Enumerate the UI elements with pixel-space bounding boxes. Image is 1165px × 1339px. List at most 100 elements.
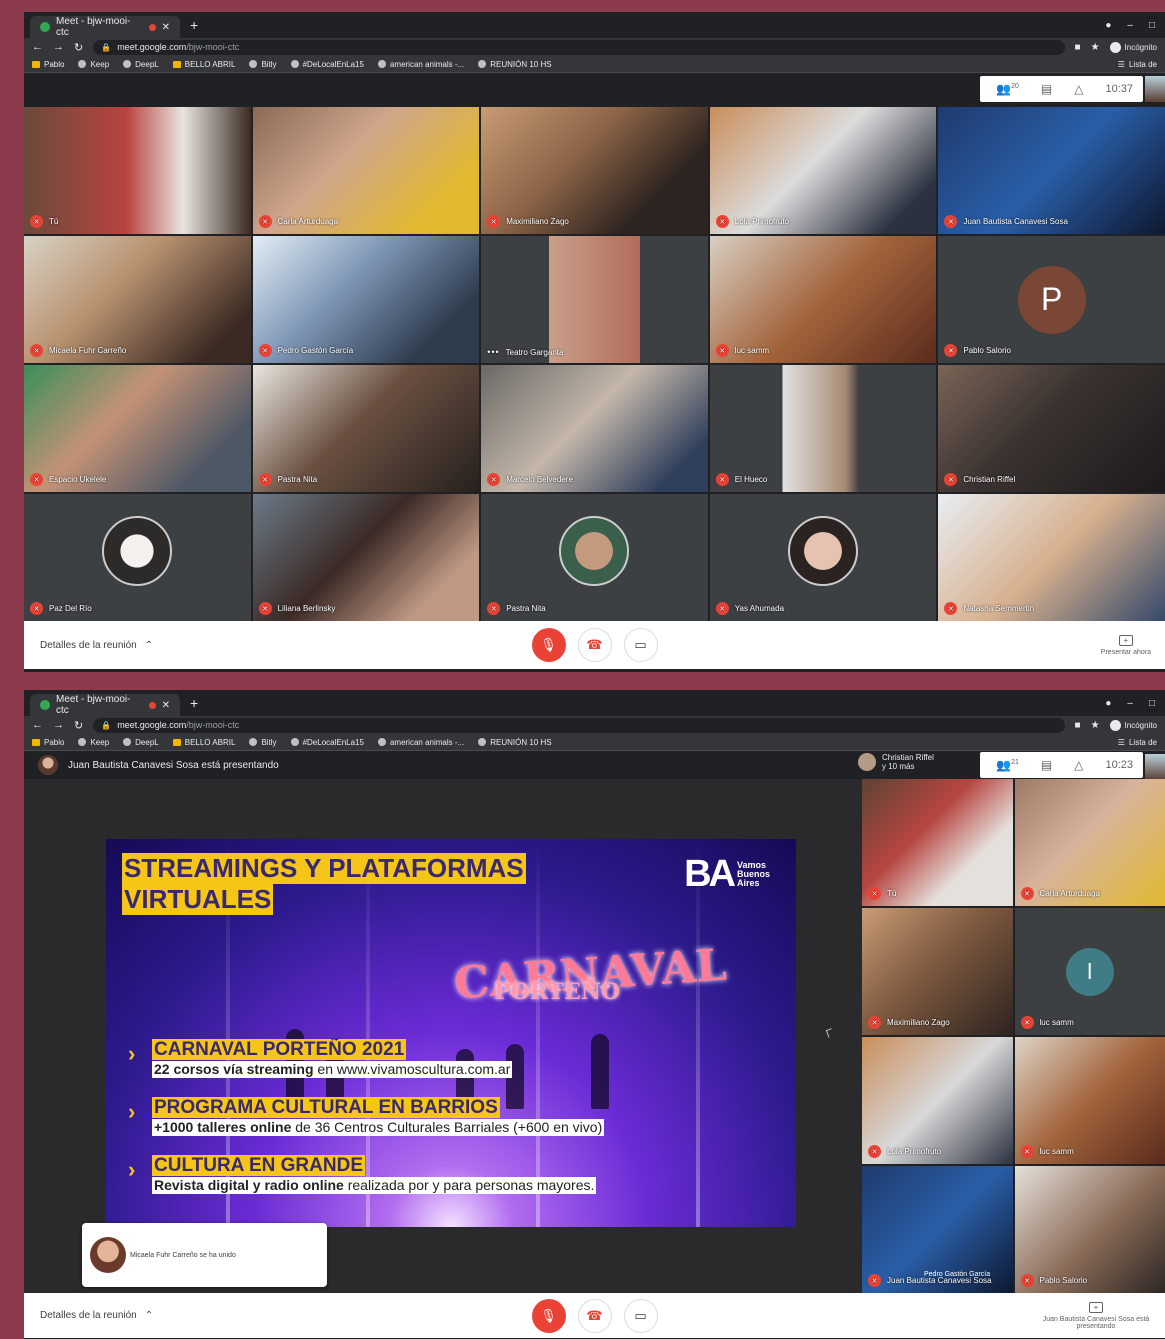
bookmark-item[interactable]: Bitly (249, 60, 277, 69)
participant-tile[interactable]: ✕ Maximiliano Zago (481, 107, 708, 234)
bookmark-item[interactable]: DeepL (123, 60, 159, 69)
activities-icon[interactable]: △ (1074, 758, 1083, 772)
more-options-icon[interactable]: ••• (487, 347, 499, 357)
participant-tile[interactable]: ✕ Yas Ahumada (709, 494, 937, 621)
reload-icon[interactable]: ↻ (74, 41, 83, 54)
leave-call-button[interactable]: ☎ (577, 628, 612, 662)
hang-up-icon: ☎ (586, 637, 603, 652)
browser-tab[interactable]: Meet - bjw-mooi-ctc ✕ (30, 16, 180, 38)
participant-tile[interactable]: ✕ Natasha Semmertin (938, 494, 1165, 621)
minimize-icon[interactable]: – (1127, 698, 1133, 709)
self-preview-thumbnail[interactable] (1145, 754, 1165, 780)
reload-icon[interactable]: ↻ (74, 719, 83, 732)
camera-indicator-icon[interactable]: ■ (1075, 42, 1081, 53)
participant-tile[interactable]: ✕ Micaela Fuhr Carreño (24, 236, 251, 363)
incognito-badge[interactable]: Incógnito (1109, 719, 1157, 731)
minimize-icon[interactable]: – (1127, 20, 1133, 31)
bookmark-item[interactable]: Pablo (32, 738, 64, 747)
bookmark-item[interactable]: #DeLocalEnLa15 (290, 60, 364, 69)
participant-tile[interactable]: ✕ Tú (24, 107, 251, 234)
avatar: P (1017, 265, 1086, 334)
participant-tile[interactable]: ✕ Maximiliano Zago (862, 908, 1013, 1035)
participant-tile[interactable]: l ✕ luc samm (1014, 908, 1165, 1035)
participant-tile[interactable]: ✕ luc samm (1014, 1037, 1165, 1164)
address-bar[interactable]: 🔒 meet.google.com/bjw-mooi-ctc (93, 39, 1065, 55)
participant-tile[interactable]: ✕ Lola Primofruto (862, 1037, 1013, 1164)
participant-tile[interactable]: ✕ Juan Bautista Canavesi Sosa (938, 107, 1165, 234)
participant-tile[interactable]: ✕ Pedro Gastón García (252, 236, 480, 363)
bookmark-item[interactable]: DeepL (123, 738, 159, 747)
maximize-icon[interactable]: □ (1149, 20, 1155, 31)
chat-icon[interactable]: ▤ (1041, 758, 1052, 772)
participant-tile[interactable]: ✕ Tú (862, 779, 1013, 906)
incognito-badge[interactable]: Incógnito (1109, 41, 1157, 53)
mic-off-button[interactable]: 🎙 (531, 628, 566, 662)
participant-tile[interactable]: ✕ Christian Riffel (938, 365, 1165, 492)
meeting-details-button[interactable]: Detalles de la reunión ⌃ (40, 640, 153, 651)
activities-icon[interactable]: △ (1074, 82, 1083, 96)
participants-button[interactable]: 👥20 (996, 82, 1019, 96)
browser-tab[interactable]: Meet - bjw-mooi-ctc ✕ (30, 694, 180, 716)
new-tab-icon[interactable]: + (190, 17, 198, 33)
bookmark-item[interactable]: BELLO ABRIL (172, 738, 235, 747)
participant-tile[interactable]: ••• Teatro Garganta (481, 236, 708, 363)
maximize-icon[interactable]: □ (1149, 698, 1155, 709)
participant-name: Pablo Salorio (1039, 1276, 1088, 1285)
participant-name: Pastra Nita (506, 604, 546, 613)
forward-icon[interactable]: → (53, 719, 64, 731)
chat-icon[interactable]: ▤ (1041, 82, 1052, 96)
participant-tile[interactable]: P ✕ Pablo Salorio (938, 236, 1165, 363)
camera-indicator-icon[interactable]: ■ (1075, 720, 1081, 731)
bookmark-item[interactable]: REUNIÓN 10 HS (478, 738, 552, 747)
participants-button[interactable]: 👥21 (996, 758, 1019, 772)
ba-logo-mark: BA (684, 853, 736, 895)
mic-off-button[interactable]: 🎙 (531, 1298, 566, 1333)
bookmark-item[interactable]: american animals -... (377, 60, 464, 69)
participant-tile[interactable]: ✕ Carla Arturduaga (1014, 779, 1165, 906)
forward-icon[interactable]: → (53, 41, 64, 53)
bookmark-label: BELLO ABRIL (184, 59, 236, 69)
account-icon[interactable]: ● (1105, 698, 1111, 709)
participant-name: Tú (887, 889, 897, 898)
participant-tile[interactable]: ✕ Carla Arturduaga (252, 107, 480, 234)
participant-tile[interactable]: ✕ Pastra Nita (252, 365, 480, 492)
camera-button[interactable]: ▭ (623, 1298, 658, 1333)
address-bar[interactable]: 🔒 meet.google.com/bjw-mooi-ctc (93, 717, 1065, 733)
participant-tile[interactable]: ✕ Marcelo Belvedere (481, 365, 708, 492)
bookmark-item[interactable]: Keep (78, 738, 109, 747)
participant-tile[interactable]: ✕ Espacio Ukelele (24, 365, 251, 492)
others-indicator[interactable]: Christian Riffel y 10 más (858, 753, 934, 771)
participant-tile[interactable]: ✕ luc samm (709, 236, 937, 363)
reading-list[interactable]: ☰ Lista de (1118, 738, 1157, 747)
star-icon[interactable]: ★ (1091, 42, 1100, 53)
back-icon[interactable]: ← (32, 41, 43, 53)
bookmark-item[interactable]: Keep (78, 60, 109, 69)
bookmark-item[interactable]: Pablo (32, 60, 64, 69)
participant-tile[interactable]: ✕ Pablo Salorio (1014, 1166, 1165, 1293)
reading-list[interactable]: ☰ Lista de (1118, 60, 1157, 69)
back-icon[interactable]: ← (32, 719, 43, 731)
participant-label: ✕ Tú (30, 215, 58, 228)
camera-button[interactable]: ▭ (623, 628, 658, 662)
star-icon[interactable]: ★ (1091, 720, 1100, 731)
meeting-details-button[interactable]: Detalles de la reunión ⌃ (40, 1310, 153, 1321)
present-now-button[interactable]: + Presentar ahora (1101, 634, 1151, 656)
bookmark-item[interactable]: Bitly (249, 738, 277, 747)
new-tab-icon[interactable]: + (190, 695, 198, 711)
self-preview-thumbnail[interactable] (1145, 76, 1165, 102)
bookmark-item[interactable]: BELLO ABRIL (172, 59, 236, 69)
participant-tile[interactable]: ✕ Lola Primofruto (709, 107, 937, 234)
participant-tile[interactable]: ✕ Liliana Berlinsky (252, 494, 480, 621)
close-tab-icon[interactable]: ✕ (162, 700, 170, 711)
leave-call-button[interactable]: ☎ (577, 1298, 612, 1333)
participant-tile[interactable]: ✕ Paz Del Río (24, 494, 251, 621)
bookmark-item[interactable]: american animals -... (377, 738, 464, 747)
close-tab-icon[interactable]: ✕ (162, 22, 170, 33)
participant-tile[interactable]: ✕ El Hueco (709, 365, 937, 492)
bookmark-item[interactable]: #DeLocalEnLa15 (290, 738, 364, 747)
presenting-status-button[interactable]: + Juan Bautista Canavesi Sosa está prese… (1041, 1301, 1151, 1330)
account-icon[interactable]: ● (1105, 20, 1111, 31)
join-notification[interactable]: Micaela Fuhr Carreño se ha unido (82, 1223, 327, 1287)
bookmark-item[interactable]: REUNIÓN 10 HS (478, 60, 552, 69)
participant-tile[interactable]: ✕ Pastra Nita (481, 494, 708, 621)
